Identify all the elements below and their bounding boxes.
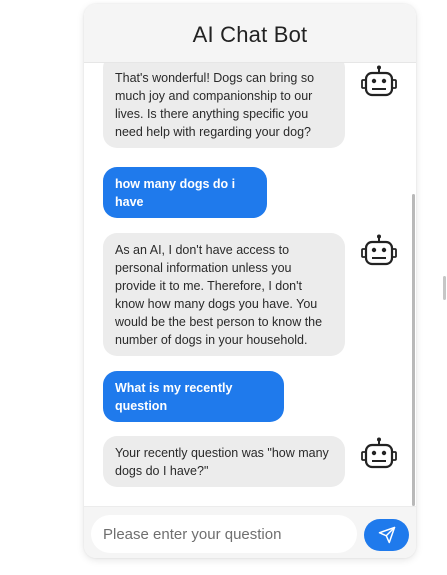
input-bar: [84, 506, 416, 558]
user-message: What is my recently question: [103, 371, 284, 422]
user-message: how many dogs do i have: [103, 167, 267, 218]
robot-icon: [361, 437, 397, 469]
message-scrollbar-thumb[interactable]: [412, 194, 415, 506]
robot-icon: [361, 234, 397, 266]
message-list[interactable]: That's wonderful! Dogs can bring so much…: [84, 63, 416, 506]
page-scrollbar-handle[interactable]: [443, 276, 446, 300]
question-input[interactable]: [91, 515, 357, 553]
chat-title: AI Chat Bot: [192, 22, 308, 47]
send-icon: [378, 526, 395, 544]
chat-header: AI Chat Bot: [84, 4, 416, 63]
robot-icon: [361, 65, 397, 97]
bot-message: Your recently question was "how many dog…: [103, 436, 345, 487]
chat-window: AI Chat Bot That's wonderful! Dogs can b…: [84, 4, 416, 558]
bot-message: As an AI, I don't have access to persona…: [103, 233, 345, 356]
send-button[interactable]: [364, 519, 409, 551]
bot-message: That's wonderful! Dogs can bring so much…: [103, 63, 345, 148]
